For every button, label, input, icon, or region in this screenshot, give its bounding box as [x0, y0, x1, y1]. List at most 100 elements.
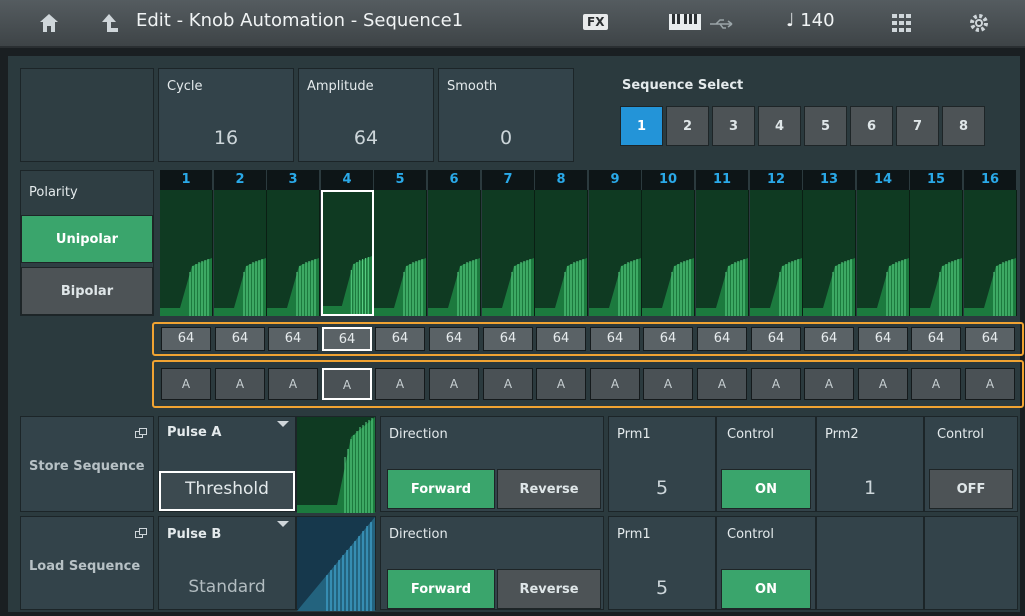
step-number[interactable]: 16 [964, 170, 1016, 190]
gear-icon[interactable] [968, 12, 990, 38]
step-column[interactable] [696, 190, 749, 316]
load-sequence-button[interactable]: Load Sequence [20, 516, 154, 610]
smooth-param[interactable]: Smooth 0 [438, 68, 574, 162]
step-column[interactable] [535, 190, 588, 316]
pulse-a-forward-button[interactable]: Forward [387, 469, 495, 509]
pulse-a-panel[interactable]: Pulse A Threshold [158, 416, 296, 512]
empty-panel [816, 516, 924, 610]
step-number[interactable]: 4 [321, 170, 373, 190]
step-column[interactable] [910, 190, 963, 316]
tempo-display[interactable]: ♩ 140 [786, 10, 835, 31]
smooth-value: 0 [499, 127, 513, 149]
pulse-b-label: Pulse B [167, 527, 222, 542]
home-icon[interactable] [38, 12, 60, 38]
step-number[interactable]: 12 [750, 170, 802, 190]
pulse-b-reverse-button[interactable]: Reverse [497, 569, 601, 609]
blank-panel [20, 68, 154, 162]
cycle-param[interactable]: Cycle 16 [158, 68, 294, 162]
fx-badge[interactable]: FX [583, 14, 609, 30]
back-arrow-icon[interactable] [98, 12, 120, 38]
pulse-b-prm1[interactable]: Prm1 5 [608, 516, 716, 610]
step-waveform [160, 258, 212, 316]
cycle-value: 16 [213, 127, 239, 149]
amplitude-param[interactable]: Amplitude 64 [298, 68, 434, 162]
step-number[interactable]: 13 [803, 170, 855, 190]
pulse-a-prm2[interactable]: Prm2 1 [816, 416, 924, 512]
sequence-button-5[interactable]: 5 [804, 106, 847, 146]
step-column[interactable] [267, 190, 320, 316]
pulse-b-control1-button[interactable]: ON [721, 569, 811, 609]
step-number[interactable]: 5 [374, 170, 426, 190]
step-number[interactable]: 15 [910, 170, 962, 190]
step-number[interactable]: 8 [535, 170, 587, 190]
pulse-b-forward-button[interactable]: Forward [387, 569, 495, 609]
step-number[interactable]: 10 [642, 170, 694, 190]
bipolar-button[interactable]: Bipolar [21, 267, 153, 315]
pulse-a-control1-label: Control [727, 427, 774, 442]
step-number[interactable]: 7 [482, 170, 534, 190]
pulse-a-label: Pulse A [167, 425, 222, 440]
step-waveform [803, 258, 855, 316]
pulse-b-panel[interactable]: Pulse B Standard [158, 516, 296, 610]
dropdown-triangle-icon [277, 421, 289, 427]
pulse-b-direction: Direction Forward Reverse [380, 516, 604, 610]
pulse-a-control1: Control ON [716, 416, 816, 512]
store-sequence-label: Store Sequence [29, 459, 145, 474]
step-column[interactable] [750, 190, 803, 316]
pulse-a-reverse-button[interactable]: Reverse [497, 469, 601, 509]
sequence-button-8[interactable]: 8 [942, 106, 985, 146]
step-column[interactable] [428, 190, 481, 316]
step-column[interactable] [964, 190, 1017, 316]
step-column[interactable] [374, 190, 427, 316]
step-waveform [964, 258, 1016, 316]
smooth-label: Smooth [447, 79, 498, 94]
step-number[interactable]: 6 [428, 170, 480, 190]
pulse-b-value: Standard [188, 577, 266, 597]
sequence-button-6[interactable]: 6 [850, 106, 893, 146]
sequence-button-2[interactable]: 2 [666, 106, 709, 146]
step-number[interactable]: 11 [696, 170, 748, 190]
step-column[interactable] [214, 190, 267, 316]
step-column[interactable] [589, 190, 642, 316]
pulse-a-prm1-label: Prm1 [617, 427, 651, 442]
step-column[interactable] [642, 190, 695, 316]
popup-icon [135, 423, 147, 442]
pulse-a-prm2-value: 1 [863, 477, 877, 499]
step-column[interactable] [857, 190, 910, 316]
step-column[interactable] [803, 190, 856, 316]
pulse-a-control1-button[interactable]: ON [721, 469, 811, 509]
step-number[interactable]: 14 [857, 170, 909, 190]
step-number[interactable]: 2 [214, 170, 266, 190]
step-column[interactable] [321, 190, 374, 316]
sequence-button-3[interactable]: 3 [712, 106, 755, 146]
step-number[interactable]: 9 [589, 170, 641, 190]
sequence-button-7[interactable]: 7 [896, 106, 939, 146]
step-waveform [750, 258, 802, 316]
pulse-a-control2-label: Control [937, 427, 984, 442]
step-waveform [642, 258, 694, 316]
pulse-b-control1: Control ON [716, 516, 816, 610]
step-column[interactable] [160, 190, 213, 316]
main-panel: Cycle 16 Amplitude 64 Smooth 0 Sequence … [8, 56, 1024, 612]
pulse-a-control2: Control OFF [924, 416, 1018, 512]
pulse-a-control2-button[interactable]: OFF [929, 469, 1013, 509]
amplitude-label: Amplitude [307, 79, 374, 94]
store-sequence-button[interactable]: Store Sequence [20, 416, 154, 512]
step-column[interactable] [482, 190, 535, 316]
step-waveform [857, 258, 909, 316]
pulse-a-prm1[interactable]: Prm1 5 [608, 416, 716, 512]
unipolar-button[interactable]: Unipolar [21, 215, 153, 263]
polarity-panel: Polarity Unipolar Bipolar [20, 170, 154, 316]
empty-panel [924, 516, 1018, 610]
sequence-button-1[interactable]: 1 [620, 106, 663, 146]
sequence-button-4[interactable]: 4 [758, 106, 801, 146]
sequence-select: Sequence Select 1 2 3 4 5 6 7 8 [578, 68, 1018, 162]
pulse-b-prm1-label: Prm1 [617, 527, 651, 542]
step-number[interactable]: 1 [160, 170, 212, 190]
grid-icon[interactable] [892, 14, 912, 36]
step-waveform [910, 258, 962, 316]
step-number[interactable]: 3 [267, 170, 319, 190]
cycle-label: Cycle [167, 79, 203, 94]
pulse-b-direction-label: Direction [389, 527, 448, 542]
usb-icon [708, 16, 736, 35]
